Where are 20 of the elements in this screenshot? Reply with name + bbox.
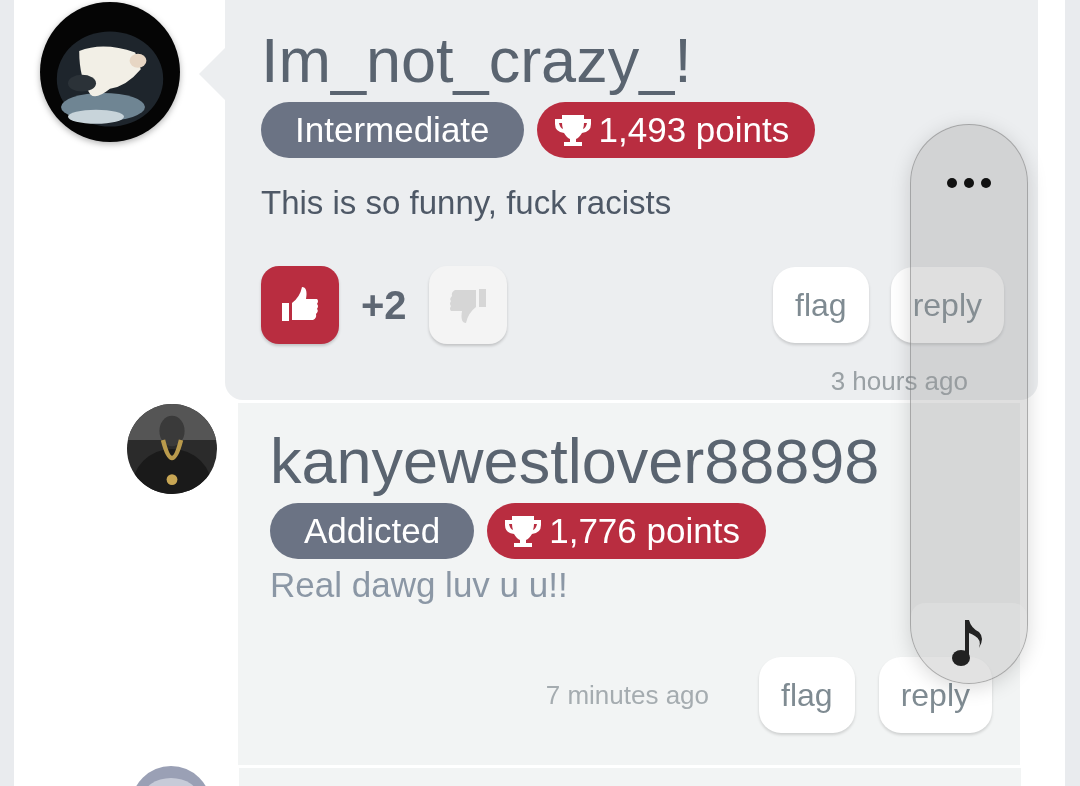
reply-button[interactable]: reply <box>890 267 1004 343</box>
comment-text: Real dawg luv u u!! <box>270 565 569 605</box>
points-text: 1,493 points <box>598 110 790 150</box>
username: kanyewestlover88898 <box>270 425 881 497</box>
points-text: 1,776 points <box>549 511 740 551</box>
comment-text: This is so funny, fuck racists <box>261 184 673 222</box>
thumbs-up-button[interactable] <box>261 266 339 344</box>
trophy-icon <box>552 113 593 147</box>
trophy-icon <box>503 514 544 548</box>
music-button[interactable] <box>911 603 1027 683</box>
level-badge: Intermediate <box>261 102 524 158</box>
thumbs-down-button[interactable] <box>428 266 507 344</box>
vote-score: +2 <box>361 282 407 328</box>
flag-button[interactable]: flag <box>773 267 869 343</box>
timestamp: 7 minutes ago <box>545 679 710 711</box>
level-badge: Addicted <box>270 503 475 559</box>
flag-button[interactable]: flag <box>759 657 855 733</box>
reply-button[interactable]: reply <box>878 657 992 733</box>
more-icon[interactable] <box>946 177 992 189</box>
username: Im_not_crazy_! <box>261 24 693 96</box>
